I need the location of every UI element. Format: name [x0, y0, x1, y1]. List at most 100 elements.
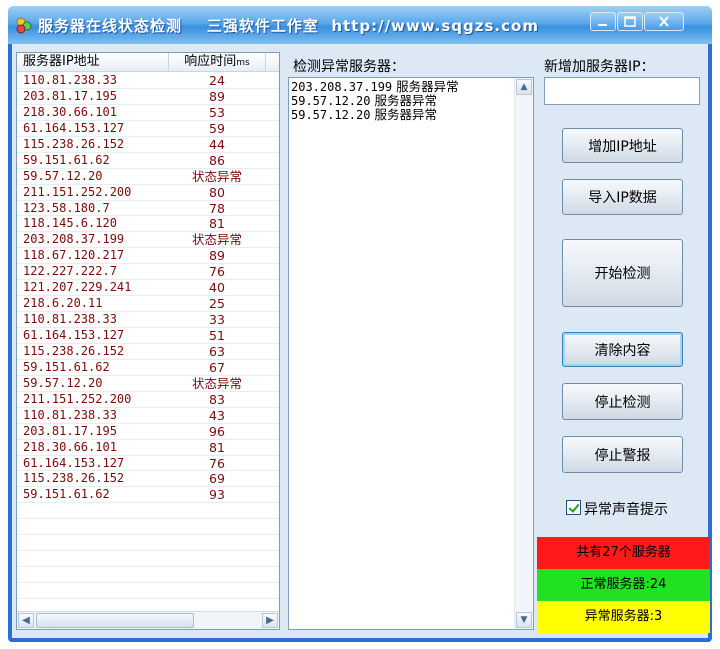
table-row[interactable]: 211.151.252.200 83 — [17, 392, 279, 408]
row-ip: 122.227.222.7 — [23, 264, 117, 279]
title-bar[interactable]: 服务器在线状态检测 三强软件工作室 http://www.sqgzs.com — [8, 6, 712, 44]
abnormal-text: 服务器异常 — [396, 79, 459, 94]
abnormal-memo[interactable]: 203.208.37.199 服务器异常 59.57.12.20 服务器异常 59.… — [288, 77, 534, 630]
scroll-down-icon[interactable]: ▼ — [516, 612, 532, 628]
start-check-button[interactable]: 开始检测 — [562, 239, 683, 307]
table-row[interactable]: 211.151.252.200 80 — [17, 185, 279, 201]
list-header: 服务器IP地址 响应时间ms — [17, 53, 279, 72]
row-ip: 218.30.66.101 — [23, 104, 117, 119]
column-header-ip[interactable]: 服务器IP地址 — [17, 53, 169, 71]
abnormal-line: 59.57.12.20 服务器异常 — [291, 93, 513, 109]
abnormal-text: 服务器异常 — [374, 107, 437, 122]
table-row[interactable]: 218.30.66.101 81 — [17, 440, 279, 456]
table-row[interactable]: 110.81.238.33 33 — [17, 312, 279, 328]
minimize-button[interactable] — [590, 12, 616, 31]
table-row[interactable]: 61.164.153.127 59 — [17, 121, 279, 137]
abnormal-ip: 59.57.12.20 — [291, 108, 371, 122]
table-row[interactable]: 110.81.238.33 24 — [17, 73, 279, 89]
row-ip: 110.81.238.33 — [23, 73, 117, 87]
table-row[interactable]: 218.6.20.11 25 — [17, 296, 279, 313]
add-ip-button[interactable]: 增加IP地址 — [562, 128, 683, 163]
client-area: 服务器IP地址 响应时间ms 110.81.238.33 24 203.81.17.… — [12, 44, 710, 638]
row-ip: 61.164.153.127 — [23, 455, 125, 470]
new-ip-label: 新增加服务器IP： — [544, 59, 655, 75]
row-response-time: 69 — [209, 471, 225, 487]
table-row[interactable]: 110.81.238.33 43 — [17, 408, 279, 424]
server-list[interactable]: 服务器IP地址 响应时间ms 110.81.238.33 24 203.81.17.… — [16, 52, 280, 630]
row-response-time: 89 — [209, 88, 225, 104]
table-row[interactable]: 118.145.6.120 81 — [17, 216, 279, 233]
table-row[interactable]: 203.208.37.199 状态异常 — [17, 232, 279, 249]
column-header-time[interactable]: 响应时间ms — [169, 53, 266, 71]
table-row[interactable]: 59.57.12.20 状态异常 — [17, 169, 279, 185]
row-response-time: 25 — [209, 296, 225, 312]
close-button[interactable] — [644, 12, 684, 31]
table-row[interactable]: 115.238.26.152 44 — [17, 137, 279, 153]
empty-row — [17, 503, 279, 520]
total-servers-status: 共有27个服务器 — [537, 537, 710, 569]
sound-alert-checkbox[interactable] — [566, 500, 581, 515]
row-response-time: 状态异常 — [191, 232, 242, 248]
row-ip: 118.145.6.120 — [23, 216, 117, 231]
scroll-up-icon[interactable]: ▲ — [516, 79, 532, 95]
table-row[interactable]: 203.81.17.195 89 — [17, 89, 279, 105]
scroll-thumb[interactable] — [36, 613, 194, 628]
new-ip-input[interactable] — [544, 77, 700, 105]
table-row[interactable]: 115.238.26.152 63 — [17, 344, 279, 360]
table-row[interactable]: 121.207.229.241 40 — [17, 280, 279, 297]
row-response-time: 81 — [209, 216, 225, 232]
table-row[interactable]: 218.30.66.101 53 — [17, 105, 279, 121]
row-ip: 59.151.61.62 — [23, 152, 110, 167]
row-response-time: 83 — [209, 391, 225, 407]
table-row[interactable]: 115.238.26.152 69 — [17, 471, 279, 488]
row-ip: 123.58.180.7 — [23, 200, 110, 215]
column-header-time-unit: ms — [236, 58, 250, 68]
row-response-time: 43 — [209, 407, 225, 423]
maximize-icon — [624, 16, 636, 27]
empty-row — [17, 535, 279, 552]
row-ip: 61.164.153.127 — [23, 120, 125, 135]
close-icon — [659, 16, 669, 27]
table-row[interactable]: 61.164.153.127 76 — [17, 456, 279, 472]
row-ip: 59.57.12.20 — [23, 375, 103, 390]
maximize-button[interactable] — [617, 12, 643, 31]
table-row[interactable]: 59.57.12.20 状态异常 — [17, 376, 279, 392]
vertical-scrollbar[interactable]: ▲ ▼ — [514, 78, 533, 629]
abnormal-ip: 59.57.12.20 — [291, 94, 371, 108]
row-ip: 211.151.252.200 — [23, 184, 132, 199]
table-row[interactable]: 59.151.61.62 67 — [17, 360, 279, 376]
stop-check-button[interactable]: 停止检测 — [562, 383, 683, 420]
empty-row — [17, 567, 279, 583]
row-response-time: 63 — [209, 343, 225, 359]
horizontal-scrollbar[interactable]: ◀ ▶ — [17, 611, 279, 629]
row-response-time: 67 — [209, 359, 225, 375]
stop-alarm-button[interactable]: 停止警报 — [562, 436, 683, 473]
table-row[interactable]: 118.67.120.217 89 — [17, 248, 279, 265]
clear-content-button[interactable]: 清除内容 — [562, 332, 683, 367]
table-row[interactable]: 122.227.222.7 76 — [17, 264, 279, 281]
import-ip-button[interactable]: 导入IP数据 — [562, 179, 683, 215]
main-window: 服务器在线状态检测 三强软件工作室 http://www.sqgzs.com 服… — [8, 6, 712, 642]
table-row[interactable]: 123.58.180.7 78 — [17, 201, 279, 217]
app-icon — [16, 17, 32, 34]
table-row[interactable]: 61.164.153.127 51 — [17, 328, 279, 344]
row-ip: 121.207.229.241 — [23, 280, 132, 295]
sound-alert-label[interactable]: 异常声音提示 — [584, 499, 668, 519]
window-title: 服务器在线状态检测 三强软件工作室 http://www.sqgzs.com — [38, 17, 539, 35]
row-ip: 203.81.17.195 — [23, 423, 117, 438]
table-row[interactable]: 59.151.61.62 86 — [17, 153, 279, 169]
table-row[interactable]: 59.151.61.62 93 — [17, 487, 279, 504]
scroll-left-icon[interactable]: ◀ — [18, 613, 34, 628]
scroll-right-icon[interactable]: ▶ — [262, 613, 278, 628]
row-response-time: 76 — [209, 264, 225, 280]
row-response-time: 81 — [209, 439, 225, 455]
row-response-time: 78 — [209, 200, 225, 216]
row-response-time: 44 — [209, 136, 225, 152]
table-row[interactable]: 203.81.17.195 96 — [17, 424, 279, 440]
row-ip: 218.6.20.11 — [23, 296, 103, 311]
abnormal-text: 服务器异常 — [374, 93, 437, 108]
row-response-time: 40 — [209, 280, 225, 296]
abnormal-servers-status: 异常服务器:3 — [537, 601, 710, 633]
row-response-time: 状态异常 — [191, 168, 242, 184]
row-response-time: 33 — [209, 312, 225, 328]
